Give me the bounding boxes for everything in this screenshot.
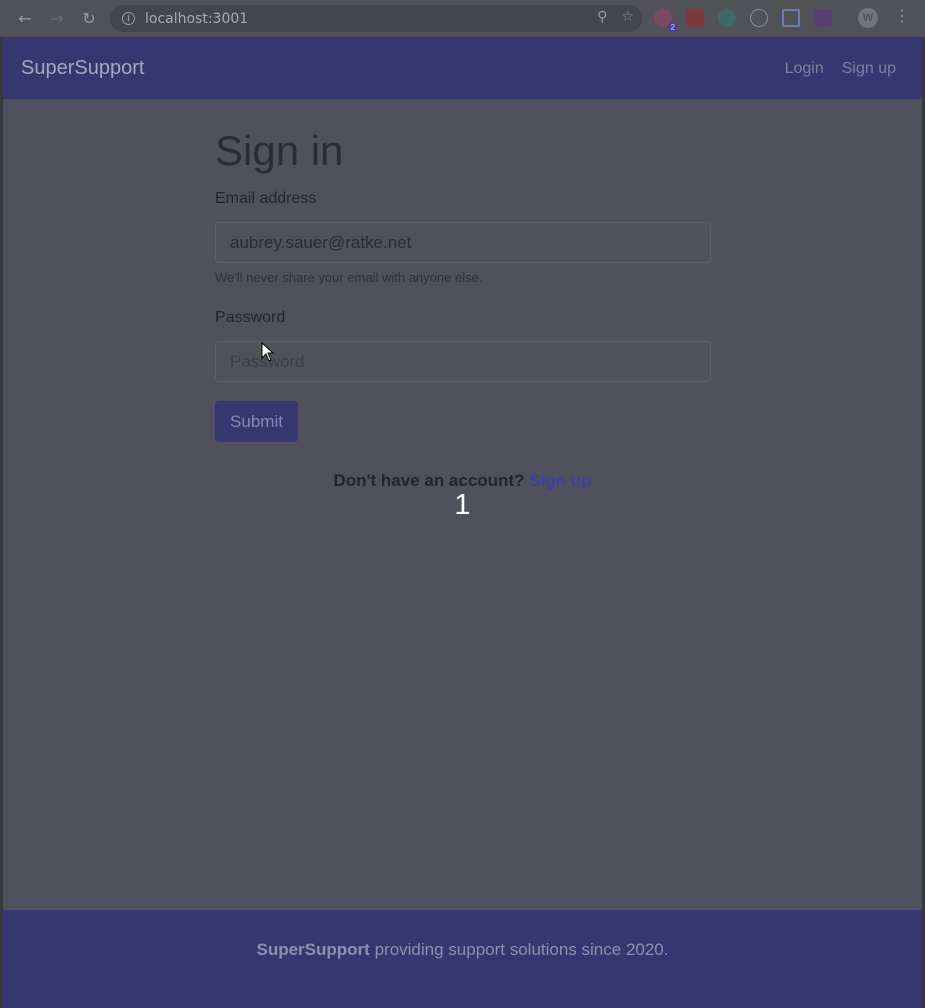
signup-prompt: Don't have an account? Sign up [3,471,922,491]
browser-menu-icon[interactable]: ⋮ [894,6,910,25]
profile-avatar[interactable]: W [858,8,878,28]
footer-brand: SuperSupport [256,940,370,959]
forward-arrow-icon[interactable]: → [41,2,73,34]
reload-icon[interactable]: ↻ [73,2,105,34]
mouse-cursor-icon [261,342,275,362]
signup-prompt-text: Don't have an account? [333,471,525,490]
password-field[interactable] [215,341,711,382]
submit-button[interactable]: Submit [215,401,298,442]
extension-icon[interactable] [750,9,768,27]
signup-link[interactable]: Sign up [529,471,591,490]
back-arrow-icon[interactable]: ← [9,2,41,34]
extension-icon[interactable] [782,9,800,27]
extension-icon[interactable] [718,9,736,27]
address-bar[interactable]: i localhost:3001 ⚲ ☆ [110,5,642,32]
email-field[interactable] [215,222,711,263]
password-label: Password [215,309,286,326]
step-number: 1 [454,489,471,521]
extension-icon[interactable]: 2 [654,9,677,32]
extension-icon[interactable] [814,9,832,27]
browser-toolbar: ← → ↻ i localhost:3001 ⚲ ☆ 2 W ⋮ [0,0,925,37]
extension-icon[interactable] [686,9,704,27]
url-text: localhost:3001 [145,10,249,27]
bookmark-star-icon[interactable]: ☆ [621,9,634,25]
site-info-icon[interactable]: i [122,12,135,25]
brand-logo[interactable]: SuperSupport [21,57,144,80]
footer-text: SuperSupport providing support solutions… [3,940,922,960]
email-help-text: We'll never share your email with anyone… [215,270,483,285]
zoom-icon[interactable]: ⚲ [597,9,607,25]
footer: SuperSupport providing support solutions… [3,910,922,1008]
app-page: SuperSupport Login Sign up Sign in Email… [3,37,922,1008]
nav-signup-link[interactable]: Sign up [842,60,896,78]
nav-login-link[interactable]: Login [785,60,824,78]
footer-tagline: providing support solutions since 2020. [374,940,669,959]
page-title: Sign in [215,127,344,174]
extension-badge: 2 [668,23,677,32]
navbar: SuperSupport Login Sign up [3,37,922,99]
email-label: Email address [215,190,317,207]
